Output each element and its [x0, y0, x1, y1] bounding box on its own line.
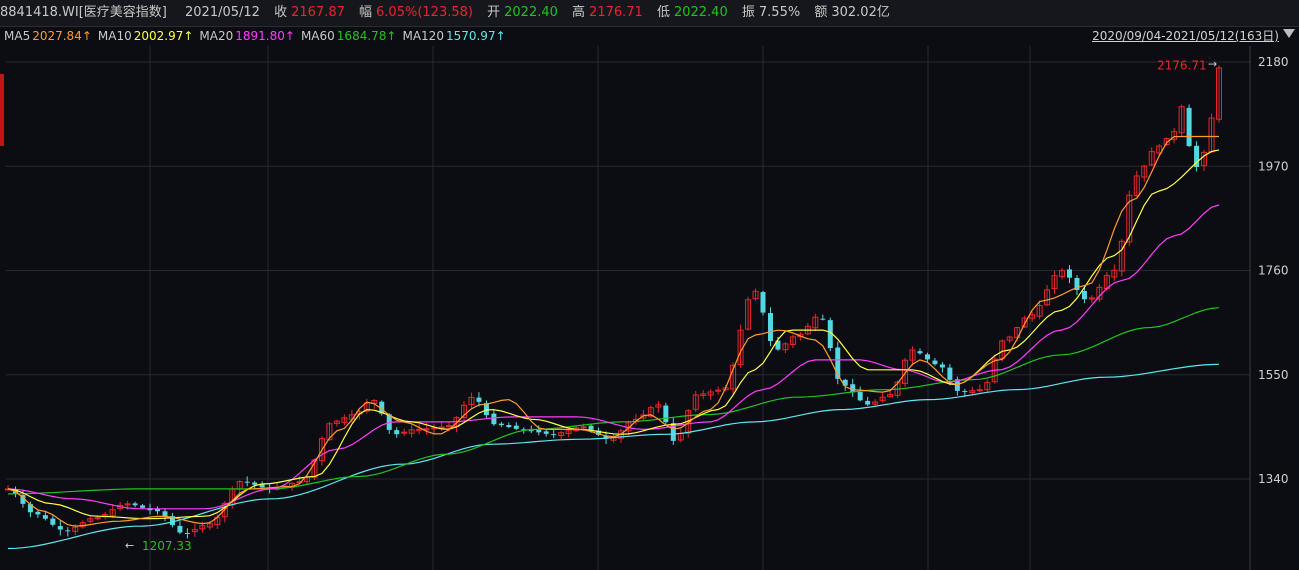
- candle-body: [1081, 290, 1087, 300]
- candle-body: [1066, 269, 1072, 278]
- candle-body: [42, 515, 48, 519]
- low-label: 低: [656, 5, 670, 20]
- amplitude-label: 振: [741, 5, 755, 20]
- candle-body: [65, 530, 71, 532]
- ma10-line: [7, 149, 1220, 520]
- y-tick-label: 1550: [1258, 368, 1289, 382]
- candle-body: [543, 431, 549, 434]
- candle-body: [820, 318, 826, 320]
- quote-date: 2021/05/12: [185, 5, 260, 20]
- ma5-line: [7, 135, 1219, 527]
- quote-header: 8841418.WI[医疗美容指数] 2021/05/12 收 2167.87 幅…: [0, 0, 1299, 27]
- high-annotation-label: 2176.71: [1157, 59, 1207, 73]
- candle-body: [760, 292, 766, 313]
- legend-ma60-value: 1684.78↑: [336, 29, 397, 43]
- high-annotation-arrow: →: [1208, 58, 1217, 71]
- candle-body: [491, 413, 497, 425]
- candle-body: [924, 354, 930, 360]
- candle-body: [917, 351, 923, 354]
- change-value: 6.05%(123.58): [376, 5, 473, 20]
- candle-body: [394, 430, 400, 435]
- candle-body: [767, 313, 773, 341]
- candle-body: [446, 425, 453, 428]
- candle-body: [1186, 107, 1192, 147]
- candle-body: [252, 482, 258, 485]
- amount-value: 302.02亿: [831, 5, 890, 20]
- candle-body: [939, 364, 945, 368]
- high-label: 高: [572, 5, 586, 20]
- candle-body: [162, 511, 168, 516]
- candlestick-chart[interactable]: 2180 1970 1760 1550 1340 2176.71 → ← 1207.33: [0, 46, 1299, 570]
- ma60-line: [7, 307, 1220, 495]
- legend-ma5-value: 2027.84↑: [32, 29, 92, 43]
- y-tick-label: 1760: [1258, 264, 1289, 278]
- chevron-down-icon[interactable]: [1283, 29, 1295, 38]
- open-label: 开: [487, 5, 501, 20]
- candle-body: [483, 403, 489, 416]
- legend-ma20-name: MA20: [199, 29, 234, 43]
- legend-ma120-name: MA120: [402, 29, 444, 43]
- date-range-label[interactable]: 2020/09/04-2021/05/12(163日): [1092, 26, 1279, 46]
- candle-body: [140, 505, 146, 508]
- candle-body: [580, 426, 587, 429]
- high-value: 2176.71: [589, 5, 643, 20]
- legend-ma5-name: MA5: [4, 29, 31, 43]
- candle-body: [476, 397, 482, 402]
- y-tick-label: 2180: [1258, 55, 1289, 69]
- candle-body: [962, 391, 968, 393]
- candle-body: [513, 425, 519, 429]
- legend-ma10-name: MA10: [97, 29, 132, 43]
- legend-ma120-value: 1570.97↑: [445, 29, 506, 43]
- legend-ma60-name: MA60: [300, 29, 335, 43]
- candle-body: [423, 428, 430, 431]
- candle-body: [551, 434, 557, 436]
- candle-body: [50, 518, 56, 525]
- candle-body: [184, 533, 190, 535]
- low-annotation-label: 1207.33: [142, 539, 192, 553]
- candle-body: [177, 525, 183, 533]
- close-value: 2167.87: [291, 5, 345, 20]
- candle-body: [498, 423, 504, 426]
- candle-body: [850, 384, 856, 393]
- candle-body: [857, 392, 863, 401]
- candle-body: [35, 511, 41, 515]
- ma20-line: [7, 204, 1220, 510]
- candle-body: [947, 367, 953, 380]
- candle-body: [506, 425, 512, 428]
- candle-body: [438, 426, 445, 429]
- candle-body: [416, 428, 423, 431]
- candle-body: [865, 400, 871, 405]
- low-value: 2022.40: [673, 5, 728, 20]
- close-label: 收: [274, 5, 288, 20]
- candle-body: [401, 431, 408, 434]
- low-annotation-arrow: ←: [125, 539, 134, 552]
- y-tick-label: 1340: [1258, 472, 1289, 486]
- y-tick-label: 1970: [1258, 159, 1289, 173]
- legend-ma20-value: 1891.80↑: [235, 29, 295, 43]
- amplitude-value: 7.55%: [758, 5, 801, 20]
- open-value: 2022.40: [504, 5, 558, 20]
- amount-label: 额: [814, 5, 828, 20]
- candle-body: [932, 360, 938, 365]
- candle-body: [132, 503, 138, 506]
- legend-ma10-value: 2002.97↑: [133, 29, 194, 43]
- candle-body: [57, 526, 63, 530]
- symbol-label[interactable]: 8841418.WI[医疗美容指数]: [0, 5, 167, 20]
- candle-body: [588, 425, 594, 430]
- candle-body: [528, 430, 534, 432]
- candle-body: [244, 481, 250, 483]
- candle-body: [663, 405, 669, 423]
- change-label: 幅: [359, 5, 373, 20]
